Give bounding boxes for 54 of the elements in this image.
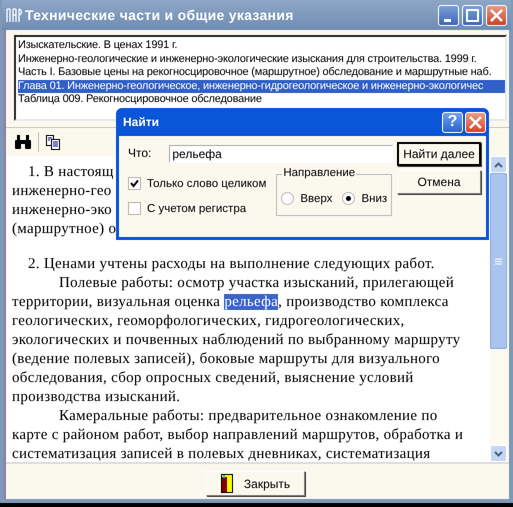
breadcrumb-item[interactable]: Таблица 009. Рекогносцировочное обследование: [18, 93, 505, 106]
door-icon: [220, 474, 233, 493]
minimize-button[interactable]: [438, 4, 459, 26]
breadcrumb-item[interactable]: Изыскательские. В ценах 1991 г.: [18, 39, 505, 52]
find-what-label: Что:: [128, 146, 152, 160]
text-line: Камеральные работы: предварительное ознакомление по: [58, 407, 438, 426]
checkbox[interactable]: [128, 202, 141, 215]
caret-down-icon: [494, 450, 503, 456]
text-line: территории, визуальная оценка рельефа, производство комплекса: [12, 293, 449, 312]
close-icon: [469, 116, 482, 128]
scrollbar[interactable]: [490, 156, 507, 462]
text-line: обследования, сбор опросных сведений, выяснение условий: [12, 369, 414, 388]
text-line: экологических и почвенных наблюдений по выбранному маршруту: [12, 331, 460, 350]
text-line: инженерно-эко: [12, 201, 112, 220]
copy-icon[interactable]: [45, 134, 61, 150]
caret-up-icon: [494, 162, 503, 168]
app-logo-icon: [6, 7, 22, 23]
radio-button[interactable]: [281, 192, 294, 205]
direction-group-title: Направление: [282, 167, 356, 179]
radio-button[interactable]: [342, 192, 356, 205]
scroll-thumb[interactable]: [490, 173, 507, 349]
maximize-button[interactable]: [462, 4, 483, 26]
text-line: геологических, геоморфологических, гидрогеологических,: [12, 312, 405, 331]
close-button[interactable]: [486, 4, 507, 26]
text-line: (маршрутное) о: [12, 220, 116, 239]
scroll-down-button[interactable]: [490, 445, 507, 462]
checkbox[interactable]: [128, 177, 141, 190]
find-next-button[interactable]: Найти далее: [397, 142, 481, 166]
cancel-button[interactable]: Отмена: [397, 170, 481, 194]
text-line: 2. Ценами учтены расходы на выполнение следующих работ.: [27, 255, 435, 274]
text-line: систематизация записей в полевых дневниках, систематизация: [12, 445, 430, 462]
radio-label: Вниз: [361, 192, 388, 204]
checkbox-label: Только слово целиком: [147, 178, 266, 190]
text-line: Полевые работы: осмотр участка изысканий, прилегающей: [58, 274, 454, 293]
text-line: карте с районом работ, выбор направлений маршрутов, обработка и: [12, 426, 464, 445]
breadcrumb-item[interactable]: Инженерно-геологические и инженерно-экологические изыскания для строительства. 1999 г.: [18, 52, 505, 66]
breadcrumb-item[interactable]: Часть I. Базовые цены на рекогносцировочное (маршрутное) обследование и маршрутные наб.: [18, 66, 505, 80]
binoculars-icon[interactable]: [14, 134, 32, 150]
dialog-close-button[interactable]: [465, 112, 486, 132]
text-line: 1. В настоящ: [27, 163, 114, 182]
close-icon: [490, 8, 503, 22]
window-title: Технические части и общие указания: [25, 7, 295, 23]
dialog-title: Найти: [123, 115, 160, 129]
breadcrumb-item[interactable]: Глава 01. Инженерно-геологическое, инженерно-гидрогеологическое и инженерно-экологичес: [18, 80, 505, 93]
minimize-icon: [444, 19, 450, 22]
checkbox-label: С учетом регистра: [147, 202, 246, 214]
find-what-field[interactable]: рельефа: [169, 145, 394, 163]
radio-label: Вверх: [300, 192, 332, 204]
text-line: инженерно-гео: [12, 182, 112, 201]
text-line: производства изысканий.: [12, 388, 180, 407]
maximize-icon: [466, 8, 479, 22]
close-button[interactable]: Закрыть: [206, 471, 305, 496]
scroll-up-button[interactable]: [490, 156, 507, 173]
text-line: (ведение полевых записей), боковые маршруты для визуального: [12, 350, 440, 369]
